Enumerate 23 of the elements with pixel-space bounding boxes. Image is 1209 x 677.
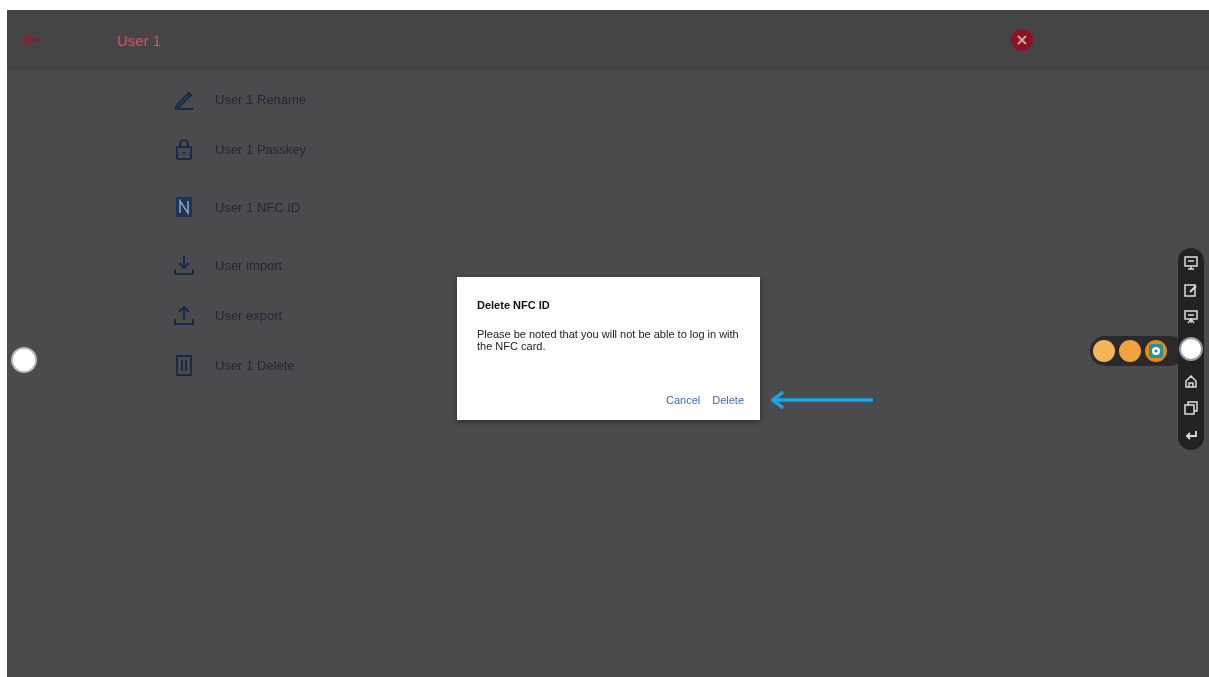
return-icon[interactable]: [1184, 428, 1198, 442]
trash-icon: [173, 354, 195, 376]
upload-icon: [173, 304, 195, 326]
page-title: User 1: [117, 31, 162, 49]
monitor-icon[interactable]: [1184, 256, 1198, 270]
dialog-message: Please be noted that you will not be able to log in with the NFC card.: [477, 328, 739, 354]
windows-icon[interactable]: [1184, 401, 1198, 415]
pointer-arrow-icon: [769, 390, 873, 410]
circle-button[interactable]: [1179, 337, 1203, 361]
download-icon: [173, 254, 195, 276]
floating-button[interactable]: [11, 347, 37, 373]
settings-icon[interactable]: [1145, 340, 1167, 362]
nfc-icon: [173, 196, 195, 218]
dialog-button[interactable]: Cancel: [663, 392, 703, 408]
lock-icon: [173, 138, 195, 160]
home-icon[interactable]: [1184, 374, 1198, 388]
edit-icon[interactable]: [1184, 283, 1198, 297]
circle-button[interactable]: [1093, 340, 1115, 362]
presentation-icon[interactable]: [1184, 310, 1198, 324]
dialog-title: Delete NFC ID: [477, 299, 551, 311]
circle-button[interactable]: [1119, 340, 1141, 362]
dialog-button[interactable]: Delete: [710, 392, 746, 408]
close-icon[interactable]: [1011, 29, 1033, 51]
